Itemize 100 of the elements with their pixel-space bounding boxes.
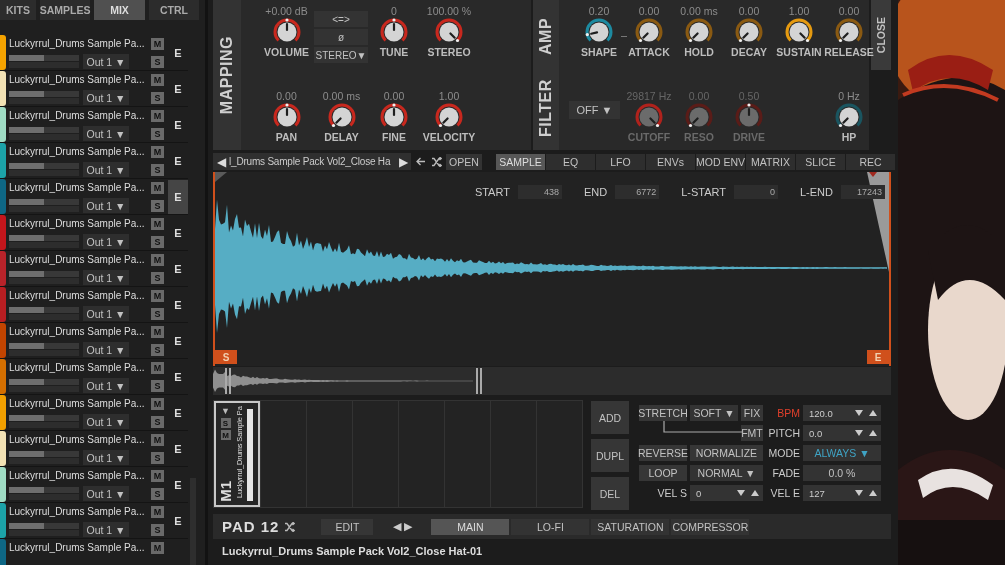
shuffle-icon[interactable]: [431, 156, 442, 167]
level-slider[interactable]: [9, 271, 79, 284]
mute-button[interactable]: M: [220, 430, 231, 440]
next-button[interactable]: ▶: [402, 518, 414, 535]
next-button[interactable]: ▶: [397, 154, 409, 169]
output-dropdown[interactable]: Out 1 ▼: [83, 270, 129, 285]
output-dropdown[interactable]: Out 1 ▼: [83, 342, 129, 357]
level-slider[interactable]: [9, 451, 79, 464]
filter-type-dropdown[interactable]: OFF ▼: [569, 101, 620, 119]
mute-button[interactable]: M: [151, 110, 164, 122]
mute-button[interactable]: M: [151, 38, 164, 50]
solo-button[interactable]: S: [151, 272, 164, 284]
tab[interactable]: SATURATION: [591, 518, 670, 535]
toggle-button[interactable]: FMT: [741, 425, 763, 441]
toggle-button[interactable]: NORMALIZE: [690, 445, 763, 461]
tab[interactable]: MAIN: [431, 518, 510, 535]
increment-button[interactable]: [751, 489, 759, 497]
solo-button[interactable]: S: [151, 164, 164, 176]
level-slider[interactable]: [9, 523, 79, 536]
number-field[interactable]: 17243: [841, 185, 885, 199]
toggle-button[interactable]: STEREO▼: [314, 47, 368, 63]
mute-button[interactable]: M: [151, 146, 164, 158]
range-handle[interactable]: [476, 368, 483, 394]
solo-button[interactable]: S: [151, 524, 164, 536]
solo-button[interactable]: S: [151, 416, 164, 428]
tab[interactable]: MATRIX: [746, 153, 795, 170]
mute-button[interactable]: M: [151, 542, 164, 554]
solo-button[interactable]: S: [220, 418, 231, 428]
sample-selector[interactable]: ◀ l_Drums Sample Pack Vol2_Close Ha ▶: [213, 153, 411, 170]
number-spinner[interactable]: 127: [803, 485, 881, 501]
tab[interactable]: LFO: [596, 153, 645, 170]
mute-button[interactable]: M: [151, 74, 164, 86]
mute-button[interactable]: M: [151, 434, 164, 446]
number-field[interactable]: 438: [517, 185, 562, 199]
increment-button[interactable]: [869, 409, 877, 417]
number-spinner[interactable]: 0.0: [803, 425, 881, 441]
output-dropdown[interactable]: Out 1 ▼: [83, 126, 129, 141]
previous-button[interactable]: ◀: [391, 518, 403, 535]
tab[interactable]: MOD ENV: [696, 153, 745, 170]
tab[interactable]: SLICE: [796, 153, 845, 170]
tab[interactable]: ENVs: [646, 153, 695, 170]
decrement-button[interactable]: [855, 409, 863, 417]
solo-button[interactable]: S: [151, 488, 164, 500]
mute-button[interactable]: M: [151, 290, 164, 302]
output-dropdown[interactable]: Out 1 ▼: [83, 306, 129, 321]
tab[interactable]: CTRL: [149, 0, 199, 20]
decrement-button[interactable]: [855, 429, 863, 437]
decrement-button[interactable]: [855, 489, 863, 497]
level-slider[interactable]: [9, 487, 79, 500]
toggle-button[interactable]: STRETCH: [639, 405, 687, 421]
number-spinner[interactable]: 0: [690, 485, 763, 501]
toggle-button[interactable]: ø: [314, 29, 368, 45]
edit-button[interactable]: E: [168, 396, 188, 430]
edit-button[interactable]: E: [168, 324, 188, 358]
back-arrow-icon[interactable]: [416, 157, 426, 166]
number-field[interactable]: 0: [734, 185, 778, 199]
increment-button[interactable]: [869, 489, 877, 497]
edit-button[interactable]: E: [168, 216, 188, 250]
output-dropdown[interactable]: Out 1 ▼: [83, 486, 129, 501]
edit-button[interactable]: E: [168, 108, 188, 142]
level-slider[interactable]: [9, 415, 79, 428]
mute-button[interactable]: M: [151, 254, 164, 266]
mute-button[interactable]: M: [151, 398, 164, 410]
open-button[interactable]: OPEN: [446, 153, 482, 170]
output-dropdown[interactable]: Out 1 ▼: [83, 90, 129, 105]
level-slider[interactable]: [9, 55, 79, 68]
range-handle[interactable]: [225, 368, 232, 394]
solo-button[interactable]: S: [151, 92, 164, 104]
edit-button[interactable]: E: [168, 468, 188, 502]
level-slider[interactable]: [9, 379, 79, 392]
solo-button[interactable]: S: [151, 308, 164, 320]
tab[interactable]: SAMPLES: [40, 0, 90, 20]
toggle-button[interactable]: FIX: [741, 405, 763, 421]
output-dropdown[interactable]: Out 1 ▼: [83, 54, 129, 69]
output-dropdown[interactable]: Out 1 ▼: [83, 414, 129, 429]
decrement-button[interactable]: [737, 489, 745, 497]
dropdown[interactable]: NORMAL ▼: [690, 465, 763, 481]
tab[interactable]: REC: [846, 153, 895, 170]
level-slider[interactable]: [9, 307, 79, 320]
solo-button[interactable]: S: [151, 344, 164, 356]
solo-button[interactable]: S: [151, 200, 164, 212]
edit-button[interactable]: E: [168, 504, 188, 538]
mute-button[interactable]: M: [151, 326, 164, 338]
edit-button[interactable]: E: [168, 252, 188, 286]
slot-action-button[interactable]: DUPL: [591, 439, 629, 472]
mute-button[interactable]: M: [151, 470, 164, 482]
increment-button[interactable]: [869, 429, 877, 437]
number-field[interactable]: 6772: [615, 185, 660, 199]
tab[interactable]: COMPRESSOR: [671, 518, 750, 535]
output-dropdown[interactable]: Out 1 ▼: [83, 162, 129, 177]
section-tab[interactable]: MAPPING: [213, 0, 241, 150]
number-field[interactable]: 0.0 %: [803, 465, 881, 481]
solo-button[interactable]: S: [151, 452, 164, 464]
edit-button[interactable]: E: [168, 288, 188, 322]
toggle-button[interactable]: <=>: [314, 11, 368, 27]
slot-action-button[interactable]: DEL: [591, 477, 629, 510]
output-dropdown[interactable]: Out 1 ▼: [83, 378, 129, 393]
level-slider[interactable]: [9, 343, 79, 356]
tab[interactable]: MIX: [94, 0, 145, 20]
level-slider[interactable]: [9, 199, 79, 212]
